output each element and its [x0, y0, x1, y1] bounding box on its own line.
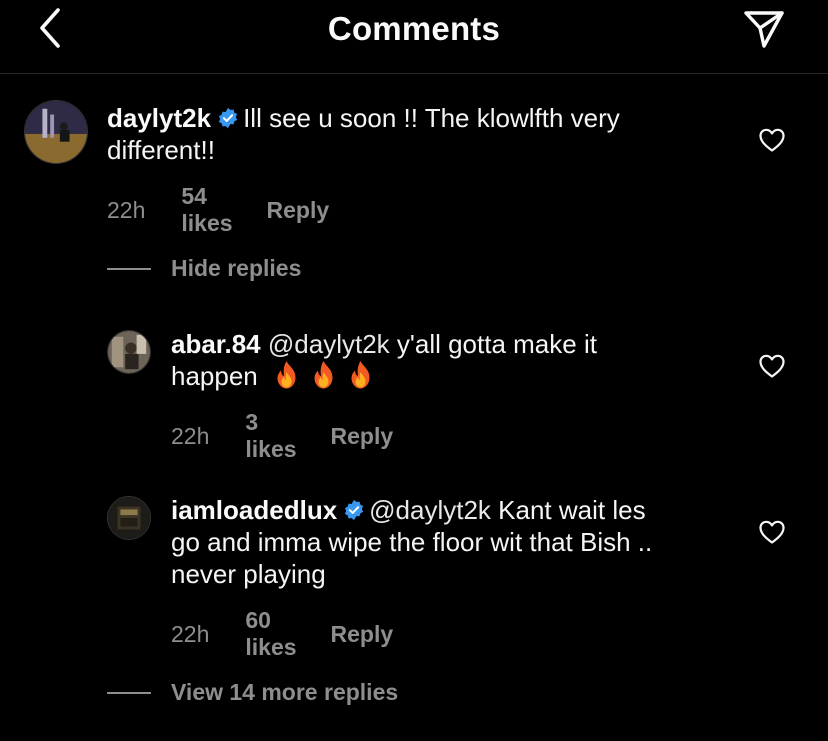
avatar[interactable] [107, 496, 151, 540]
reply-text: y'all gotta make it [396, 329, 597, 359]
share-button[interactable] [738, 6, 790, 52]
view-more-replies-button[interactable]: View 14 more replies [107, 679, 398, 706]
reply-likes-count[interactable]: 60 likes [245, 607, 296, 661]
reply-username[interactable]: abar.84 [171, 329, 261, 359]
fire-emoji [277, 361, 296, 389]
fire-emoji [314, 361, 333, 389]
reply-timestamp: 22h [171, 422, 210, 449]
thread-divider [107, 691, 151, 694]
reply-timestamp: 22h [171, 620, 210, 647]
reply-text-continued: never playing [171, 559, 326, 589]
reply-meta: 22h 3 likes Reply [171, 409, 393, 463]
header-bar: Comments [0, 0, 828, 74]
reply-text: Kant wait les [498, 495, 646, 525]
hide-replies-label: Hide replies [171, 255, 302, 281]
heart-icon[interactable] [758, 519, 786, 545]
avatar[interactable] [24, 100, 88, 164]
page-title: Comments [327, 10, 501, 47]
reply-button[interactable]: Reply [331, 621, 394, 648]
avatar[interactable] [107, 330, 151, 374]
heart-icon[interactable] [758, 353, 786, 379]
reply-text-continued: happen [171, 361, 258, 391]
verified-badge-icon [345, 499, 364, 521]
comment-likes-count[interactable]: 54 likes [181, 183, 232, 237]
verified-badge-icon [219, 107, 238, 129]
fire-emoji [351, 361, 370, 389]
mention-link[interactable]: @daylyt2k [268, 329, 390, 359]
reply-likes-count[interactable]: 3 likes [245, 409, 296, 463]
reply-username[interactable]: iamloadedlux [171, 495, 337, 525]
hide-replies-button[interactable]: Hide replies [107, 255, 301, 282]
reply-button[interactable]: Reply [331, 423, 394, 450]
paper-plane-icon [744, 11, 784, 48]
view-more-replies-label: View 14 more replies [171, 679, 399, 705]
comment-meta: 22h 54 likes Reply [107, 183, 329, 237]
reply-meta: 22h 60 likes Reply [171, 607, 393, 661]
reply-text-continued: go and imma wipe the floor wit that Bish… [171, 527, 653, 557]
avatar-photo [108, 497, 150, 539]
comment-username[interactable]: daylyt2k [107, 103, 211, 133]
avatar-photo [25, 101, 87, 163]
comment-timestamp: 22h [107, 196, 146, 223]
heart-icon[interactable] [758, 127, 786, 153]
reply-button[interactable]: Reply [267, 197, 330, 224]
fire-emoji-group [273, 361, 384, 391]
thread-divider [107, 267, 151, 270]
mention-link[interactable]: @daylyt2k [369, 495, 491, 525]
avatar-photo [108, 331, 150, 373]
